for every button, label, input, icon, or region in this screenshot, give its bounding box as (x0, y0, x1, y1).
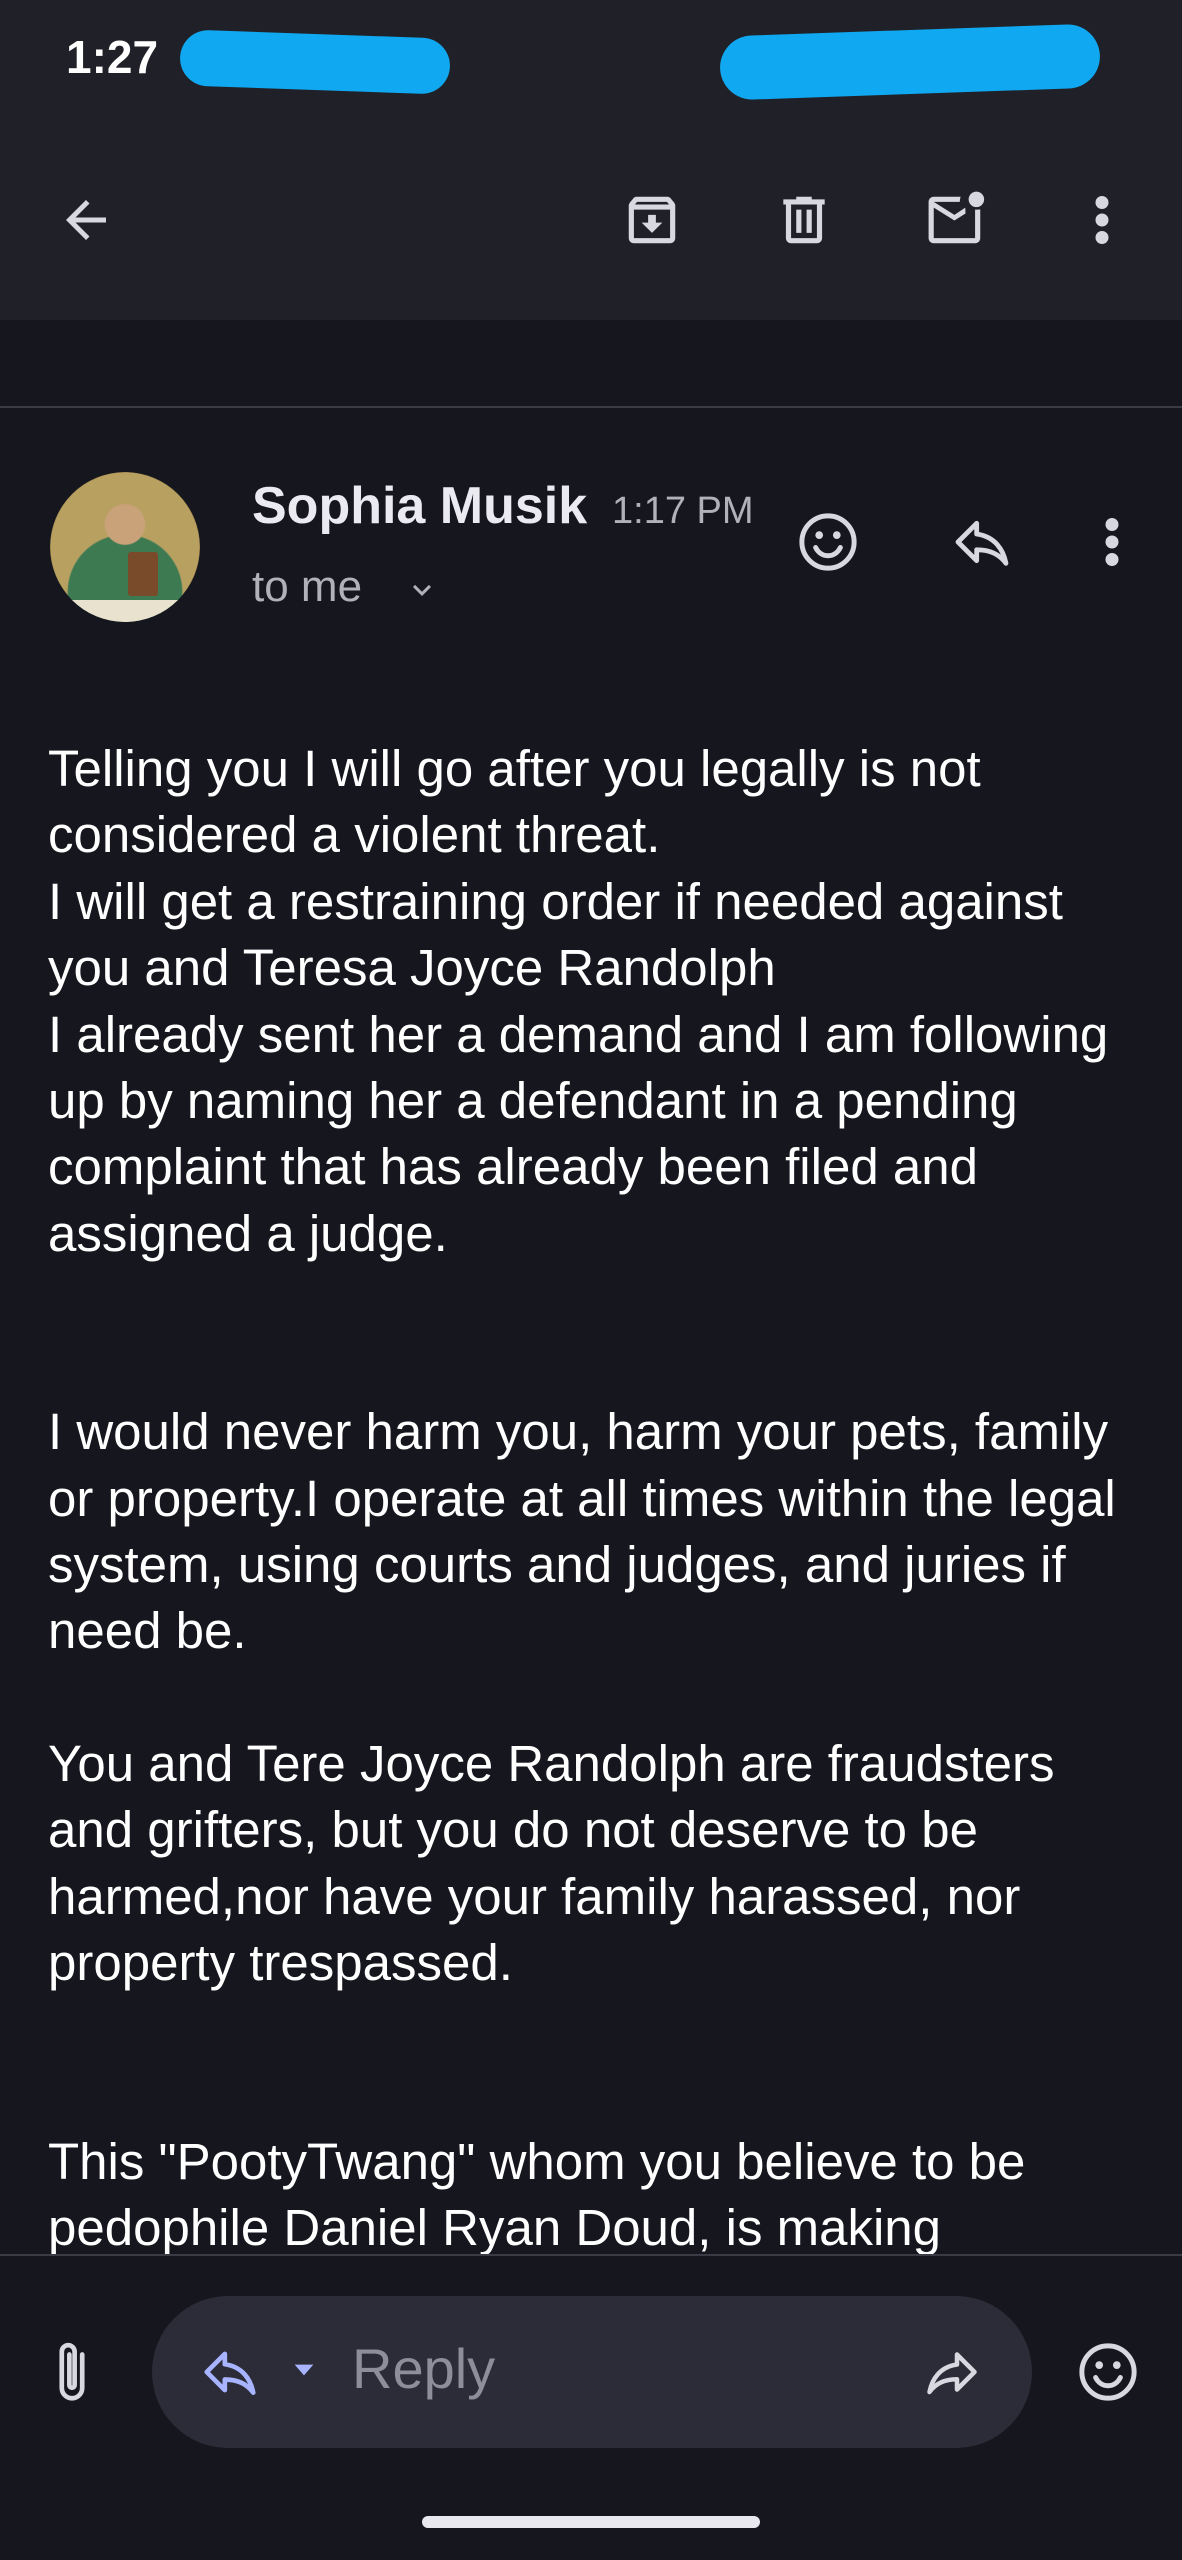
message-body: Telling you I will go after you legally … (48, 736, 1138, 2261)
reply-arrow-icon[interactable] (190, 2334, 270, 2410)
archive-icon[interactable] (610, 178, 694, 262)
delete-icon[interactable] (762, 178, 846, 262)
reply-type-dropdown-icon[interactable] (282, 2348, 326, 2392)
app-bar (0, 120, 1182, 320)
body-paragraph: This "PootyTwang" whom you believe to be… (48, 2132, 1026, 2256)
reply-placeholder[interactable]: Reply (352, 2336, 495, 2401)
reply-icon[interactable] (940, 500, 1024, 584)
chevron-down-icon[interactable] (404, 572, 440, 613)
body-paragraph: You and Tere Joyce Randolph are fraudste… (48, 1734, 1055, 1992)
avatar-banner-shape (50, 600, 200, 622)
recipient-label[interactable]: to me (252, 562, 362, 612)
avatar-book-shape (128, 552, 158, 596)
attachment-icon[interactable] (36, 2330, 108, 2414)
status-time: 1:27 (66, 31, 159, 83)
home-indicator[interactable] (422, 2516, 760, 2528)
scrolled-subject-strip (0, 320, 1182, 408)
message-time: 1:17 PM (612, 490, 754, 532)
message-more-vert-icon[interactable] (1070, 500, 1154, 584)
add-reaction-icon[interactable] (786, 500, 870, 584)
body-paragraph: I would never harm you, harm your pets, … (48, 1403, 1116, 1660)
redaction-mark (718, 23, 1102, 101)
emoji-icon[interactable] (1066, 2330, 1150, 2414)
body-paragraph: Telling you I will go after you legally … (48, 740, 1109, 1262)
mark-unread-icon[interactable] (912, 178, 1002, 262)
sender-avatar[interactable] (50, 472, 200, 622)
sender-name[interactable]: Sophia Musik (252, 476, 587, 536)
back-arrow-icon[interactable] (44, 178, 128, 262)
message-header[interactable]: Sophia Musik 1:17 PM to me (0, 460, 1182, 640)
redaction-mark (179, 29, 451, 95)
status-bar: 1:27 (0, 0, 1182, 120)
forward-icon[interactable] (912, 2334, 992, 2410)
more-vert-icon[interactable] (1060, 178, 1144, 262)
